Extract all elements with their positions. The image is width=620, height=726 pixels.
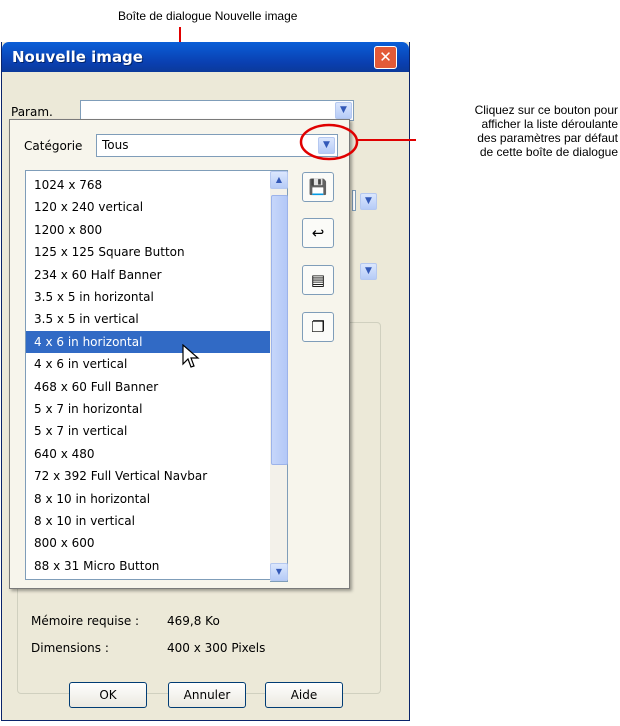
callout-highlight: [299, 123, 416, 161]
